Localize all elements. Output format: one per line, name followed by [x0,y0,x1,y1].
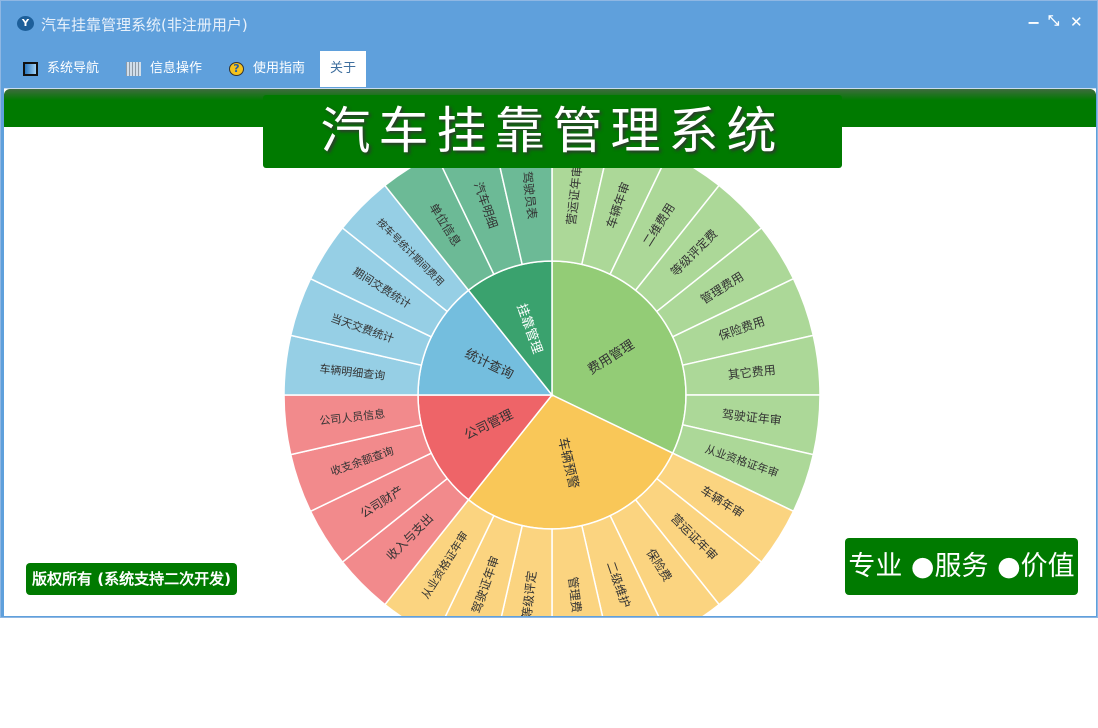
restore-button[interactable]: ⤡ [1048,13,1059,29]
menu-about[interactable]: 关于 [320,51,367,87]
app-logo-icon: Y [17,16,34,31]
window-icon [23,62,38,76]
slogan-badge: 专业 ●服务 ●价值 [845,538,1078,595]
menu-label: 使用指南 [253,61,306,76]
app-window: Y 汽车挂靠管理系统(非注册用户) − ⤡ ✕ 系统导航 信息操作 ? 使用指南… [0,0,1098,618]
window-title: 汽车挂靠管理系统(非注册用户) [41,16,248,34]
page-title: 汽车挂靠管理系统 [263,95,842,168]
menu-label: 信息操作 [150,61,203,76]
copyright-badge: 版权所有 (系统支持二次开发) [26,563,237,595]
minimize-button[interactable]: − [1027,13,1040,32]
menu-user-guide[interactable]: ? 使用指南 [229,51,305,87]
help-icon: ? [229,62,244,76]
sunburst-chart: 费用管理营运证年审 车辆年审 二维费用等级评定费管理费用保险费用其它费用驾驶证年审从… [283,126,821,616]
close-button[interactable]: ✕ [1070,13,1083,31]
menu-label: 系统导航 [47,61,100,76]
grid-icon [126,62,141,76]
menu-system-nav[interactable]: 系统导航 [23,51,99,87]
menu-bar: 系统导航 信息操作 ? 使用指南 关于 [1,51,1097,87]
main-content: 费用管理 营运证年审 车辆年审 二维费用 等级评定费 管理费用 保险费用 其它费用 驾驶证年审从… [4,88,1096,616]
menu-info-ops[interactable]: 信息操作 [126,51,202,87]
title-bar[interactable]: Y 汽车挂靠管理系统(非注册用户) − ⤡ ✕ [1,1,1097,47]
